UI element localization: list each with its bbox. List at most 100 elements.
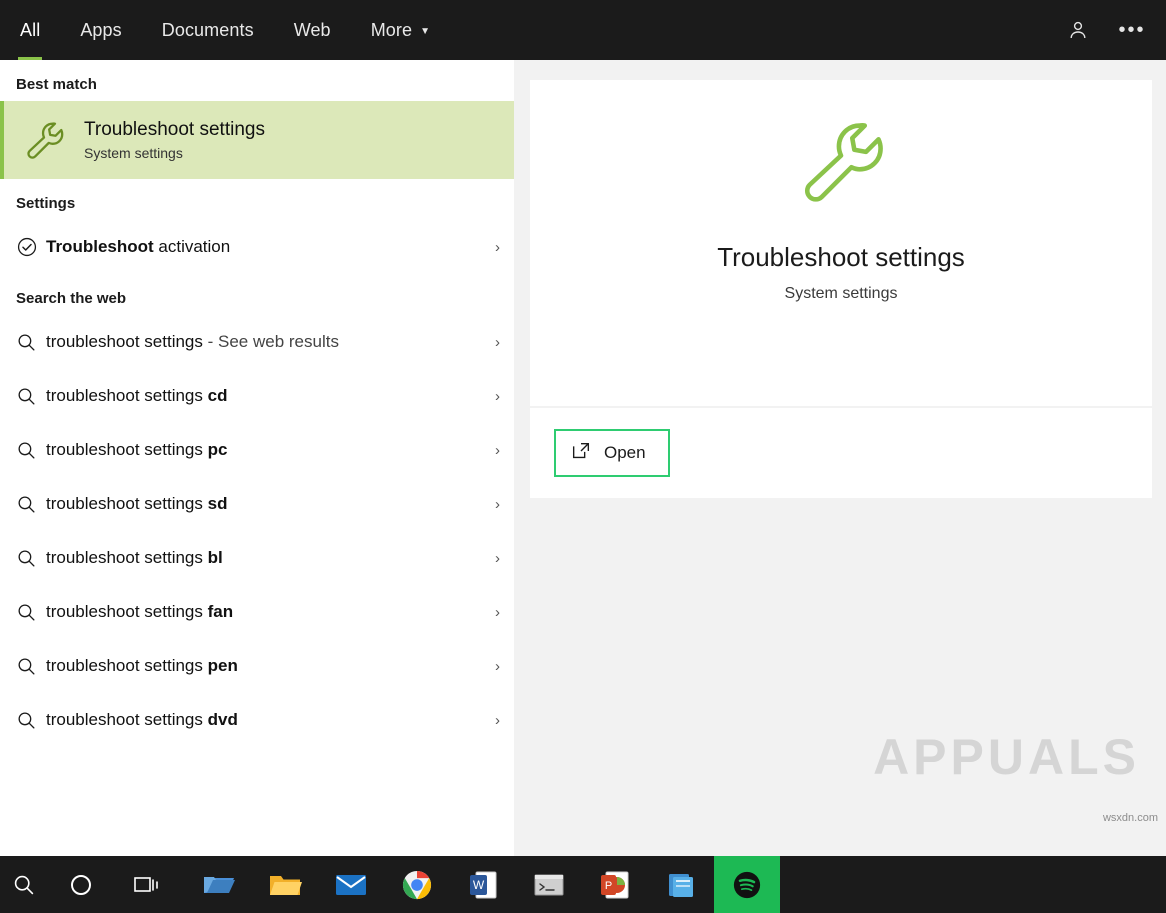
search-icon <box>16 440 46 461</box>
chevron-right-icon[interactable]: › <box>495 239 500 256</box>
circle-icon <box>71 874 91 895</box>
ellipsis-icon: ••• <box>1118 19 1146 41</box>
mail-icon <box>336 874 366 895</box>
web-result-query: troubleshoot settings <box>46 602 208 621</box>
tab-more-label: More <box>370 19 413 40</box>
svg-text:W: W <box>473 878 485 892</box>
chevron-right-icon[interactable]: › <box>495 334 500 351</box>
svg-text:P: P <box>605 880 612 892</box>
chevron-right-icon[interactable]: › <box>495 604 500 621</box>
open-button-label: Open <box>604 443 646 462</box>
taskbar-google-chrome[interactable] <box>384 856 450 913</box>
results-pane: Best match Troubleshoot settings System … <box>0 60 514 860</box>
tab-all-label: All <box>20 19 41 40</box>
wrench-icon <box>18 114 70 166</box>
web-result-cd[interactable]: troubleshoot settings cd › <box>0 369 514 423</box>
web-result-pc[interactable]: troubleshoot settings pc › <box>0 423 514 477</box>
account-button[interactable] <box>1056 8 1100 52</box>
preview-card: Troubleshoot settings System settings <box>530 80 1152 406</box>
taskbar-file-manager[interactable] <box>648 856 714 913</box>
section-heading-search-the-web: Search the web <box>16 290 127 307</box>
web-result-label: troubleshoot settings fan <box>46 602 233 622</box>
taskbar-command-prompt[interactable] <box>516 856 582 913</box>
web-result-label: troubleshoot settings sd <box>46 494 227 514</box>
more-options-button[interactable]: ••• <box>1110 8 1154 52</box>
tab-web-label: Web <box>293 19 331 40</box>
web-result-suffix: fan <box>207 602 234 621</box>
taskbar-powerpoint[interactable]: P <box>582 856 648 913</box>
chevron-right-icon[interactable]: › <box>495 550 500 567</box>
web-result-query: troubleshoot settings <box>46 386 208 405</box>
web-result-suffix: sd <box>207 494 228 513</box>
tab-web[interactable]: Web <box>274 0 351 60</box>
taskbar-mail-app[interactable] <box>318 856 384 913</box>
terminal-icon <box>534 874 564 895</box>
folder-icon <box>270 875 302 895</box>
taskbar-file-explorer-pinned[interactable] <box>186 856 252 913</box>
chevron-down-icon: ▼ <box>420 25 431 37</box>
web-result-fan[interactable]: troubleshoot settings fan › <box>0 585 514 639</box>
search-icon <box>16 656 46 677</box>
chevron-right-icon[interactable]: › <box>495 658 500 675</box>
web-result-label: troubleshoot settings - See web results <box>46 332 339 352</box>
web-result-suffix: pc <box>207 440 228 459</box>
tab-apps[interactable]: Apps <box>60 0 141 60</box>
topbar-actions: ••• <box>1056 0 1166 60</box>
watermark-small-text: wsxdn.com <box>1102 812 1158 824</box>
powerpoint-icon: P <box>601 871 629 898</box>
chevron-right-icon[interactable]: › <box>495 388 500 405</box>
chevron-right-icon[interactable]: › <box>495 712 500 729</box>
tab-list: All Apps Documents Web More ▼ <box>0 0 450 60</box>
tab-documents-label: Documents <box>161 19 254 40</box>
best-match-title: Troubleshoot settings <box>84 119 265 140</box>
search-icon <box>16 494 46 515</box>
files-icon <box>669 873 693 897</box>
settings-result-label: Troubleshoot activation <box>46 237 230 257</box>
web-result-label: troubleshoot settings pc <box>46 440 227 460</box>
web-result-label: troubleshoot settings bl <box>46 548 223 568</box>
chrome-icon <box>402 870 432 899</box>
web-result-query: troubleshoot settings <box>46 548 208 567</box>
section-heading-best-match: Best match <box>16 76 97 93</box>
chevron-right-icon[interactable]: › <box>495 496 500 513</box>
tab-more[interactable]: More ▼ <box>351 0 450 60</box>
web-result-sd[interactable]: troubleshoot settings sd › <box>0 477 514 531</box>
best-match-result[interactable]: Troubleshoot settings System settings <box>0 101 514 179</box>
web-result-pen[interactable]: troubleshoot settings pen › <box>0 639 514 693</box>
settings-result-troubleshoot-activation[interactable]: Troubleshoot activation › <box>0 220 514 274</box>
search-icon <box>16 386 46 407</box>
settings-result-label-rest: activation <box>153 237 231 256</box>
search-tab-bar: All Apps Documents Web More ▼ ••• <box>0 0 1166 60</box>
word-icon: W <box>470 871 497 898</box>
taskbar-search-button[interactable] <box>0 856 48 913</box>
preview-pane: Troubleshoot settings System settings Op… <box>514 60 1166 860</box>
web-result-query: troubleshoot settings <box>46 656 208 675</box>
taskbar-task-view-button[interactable] <box>114 856 180 913</box>
web-result-query: troubleshoot settings <box>46 332 203 351</box>
tab-documents[interactable]: Documents <box>142 0 274 60</box>
web-result-dvd[interactable]: troubleshoot settings dvd › <box>0 693 514 747</box>
taskbar: W P <box>0 856 1166 913</box>
taskbar-cortana-button[interactable] <box>48 856 114 913</box>
chevron-right-icon[interactable]: › <box>495 442 500 459</box>
wrench-icon <box>781 106 901 216</box>
web-result-bl[interactable]: troubleshoot settings bl › <box>0 531 514 585</box>
open-external-icon <box>570 440 592 467</box>
best-match-text: Troubleshoot settings System settings <box>84 119 265 161</box>
taskbar-spotify[interactable] <box>714 856 780 913</box>
web-result-label: troubleshoot settings dvd <box>46 710 238 730</box>
search-body: Best match Troubleshoot settings System … <box>0 60 1166 860</box>
web-result-tail: - See web results <box>202 332 339 351</box>
web-result-query: troubleshoot settings <box>46 710 208 729</box>
open-button[interactable]: Open <box>554 429 670 477</box>
taskbar-file-explorer[interactable] <box>252 856 318 913</box>
web-result-query: troubleshoot settings <box>46 440 208 459</box>
task-view-icon <box>134 876 158 892</box>
web-result-label: troubleshoot settings pen <box>46 656 238 676</box>
taskbar-microsoft-word[interactable]: W <box>450 856 516 913</box>
web-result-suffix: dvd <box>207 710 238 729</box>
tab-all[interactable]: All <box>0 0 60 60</box>
check-circle-icon <box>16 236 46 258</box>
web-result-see-web-results[interactable]: troubleshoot settings - See web results … <box>0 315 514 369</box>
web-result-suffix: pen <box>207 656 238 675</box>
